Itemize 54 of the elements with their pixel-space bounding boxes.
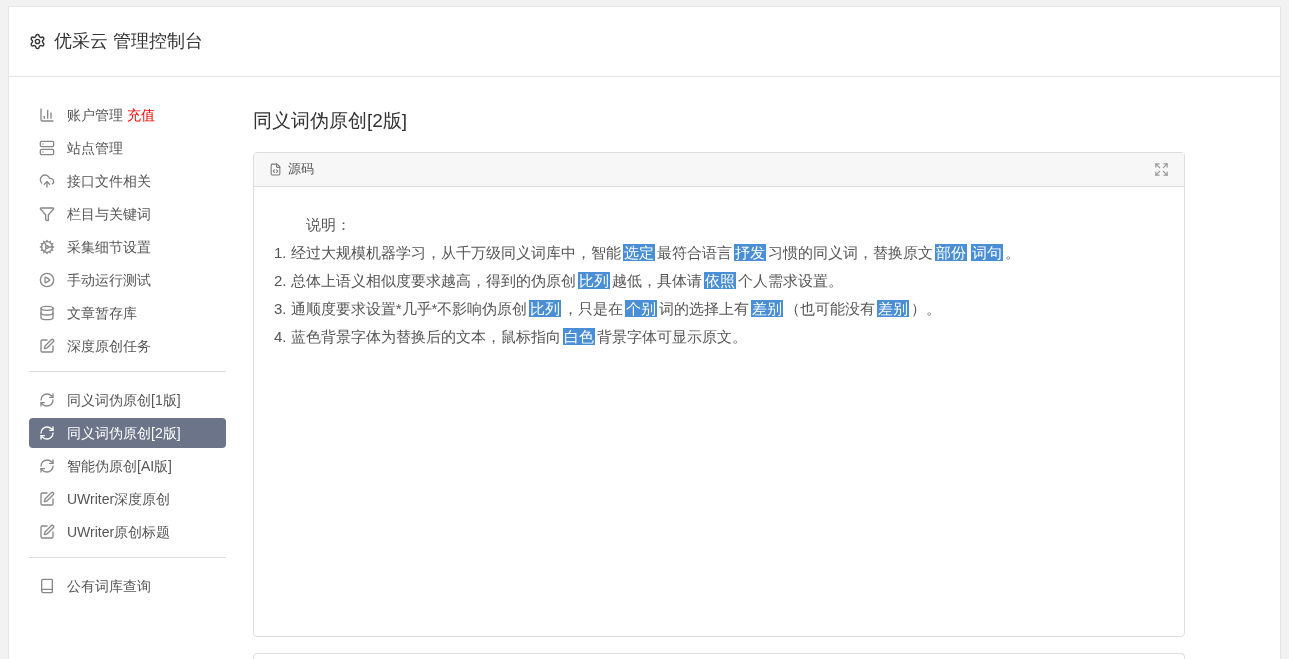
sidebar-item[interactable]: 手动运行测试 [29, 265, 226, 295]
sidebar-item[interactable]: 同义词伪原创[2版] [29, 418, 226, 448]
sidebar-item[interactable]: 同义词伪原创[1版] [29, 385, 226, 415]
server-icon [39, 140, 55, 156]
note-line: 2. 总体上语义相似度要求越高，得到的伪原创 比列 越低，具体请 依照 个人需求设置。 [274, 270, 843, 291]
code-file-icon [269, 162, 282, 176]
sidebar-item[interactable]: 公有词库查询 [29, 571, 226, 601]
sidebar-item-label: UWriter原创标题 [67, 522, 171, 542]
cloud-upload-icon [39, 173, 55, 189]
sidebar-item[interactable]: 采集细节设置 [29, 232, 226, 262]
page-title: 同义词伪原创[2版] [253, 109, 409, 133]
edit-icon [39, 491, 55, 507]
panel-title: 源码 [288, 160, 314, 179]
sidebar-item-label: 账户管理 [67, 105, 123, 125]
sidebar-item[interactable]: UWriter深度原创 [29, 484, 226, 514]
settings-icon [29, 33, 46, 50]
sidebar-item[interactable]: 站点管理 [29, 133, 226, 163]
play-icon [39, 272, 55, 288]
book-icon [39, 578, 55, 594]
sidebar-item[interactable]: 栏目与关键词 [29, 199, 226, 229]
sidebar-item-label: 栏目与关键词 [67, 204, 151, 224]
sidebar-item[interactable]: 智能伪原创[AI版] [29, 451, 226, 481]
sidebar-item-label: 智能伪原创[AI版] [67, 456, 172, 476]
filter-icon [39, 206, 55, 222]
chart-icon [39, 107, 55, 123]
refresh-icon [39, 425, 55, 441]
sidebar-item[interactable]: 深度原创任务 [29, 331, 226, 361]
console-title: 优采云 管理控制台 [54, 30, 203, 53]
sidebar-item-label: 站点管理 [67, 138, 123, 158]
expand-icon[interactable] [1154, 161, 1169, 177]
note-line: 1. 经过大规模机器学习，从千万级同义词库中，智能 选定 最符合语言 抒发 习惯的同义词，替换原文 部份 词句 。 [274, 242, 1020, 263]
sidebar-item[interactable]: 接口文件相关 [29, 166, 226, 196]
refresh-icon [39, 458, 55, 474]
sidebar-item[interactable]: 账户管理 充值 [29, 100, 226, 130]
sidebar-item-label: 深度原创任务 [67, 336, 151, 356]
sidebar-item-label: 同义词伪原创[2版] [67, 423, 181, 443]
sidebar-item[interactable]: 文章暂存库 [29, 298, 226, 328]
gears-icon [39, 239, 55, 255]
note-line: 4. 蓝色背景字体为替换后的文本，鼠标指向 白色 背景字体可显示原文。 [274, 326, 747, 347]
note-line: 3. 通顺度要求设置*几乎*不影响伪原创 比列 ，只是在 个别 词的选择上有 差别 （也可能没有 差别 ）。 [274, 298, 942, 319]
sidebar-item[interactable]: UWriter原创标题 [29, 517, 226, 547]
sidebar-item-label: 手动运行测试 [67, 270, 151, 290]
sidebar-item-label: 同义词伪原创[1版] [67, 390, 181, 410]
note-heading: 说明： [305, 214, 352, 235]
sidebar-item-label: UWriter深度原创 [67, 489, 171, 509]
edit-icon [39, 338, 55, 354]
edit-icon [39, 524, 55, 540]
refresh-icon [39, 392, 55, 408]
sidebar-item-label: 采集细节设置 [67, 237, 151, 257]
database-icon [39, 305, 55, 321]
sidebar-item-label: 公有词库查询 [67, 576, 151, 596]
sidebar-item-label: 文章暂存库 [67, 303, 137, 323]
sidebar-item-label: 接口文件相关 [67, 171, 151, 191]
recharge-link[interactable]: 充值 [127, 104, 155, 126]
